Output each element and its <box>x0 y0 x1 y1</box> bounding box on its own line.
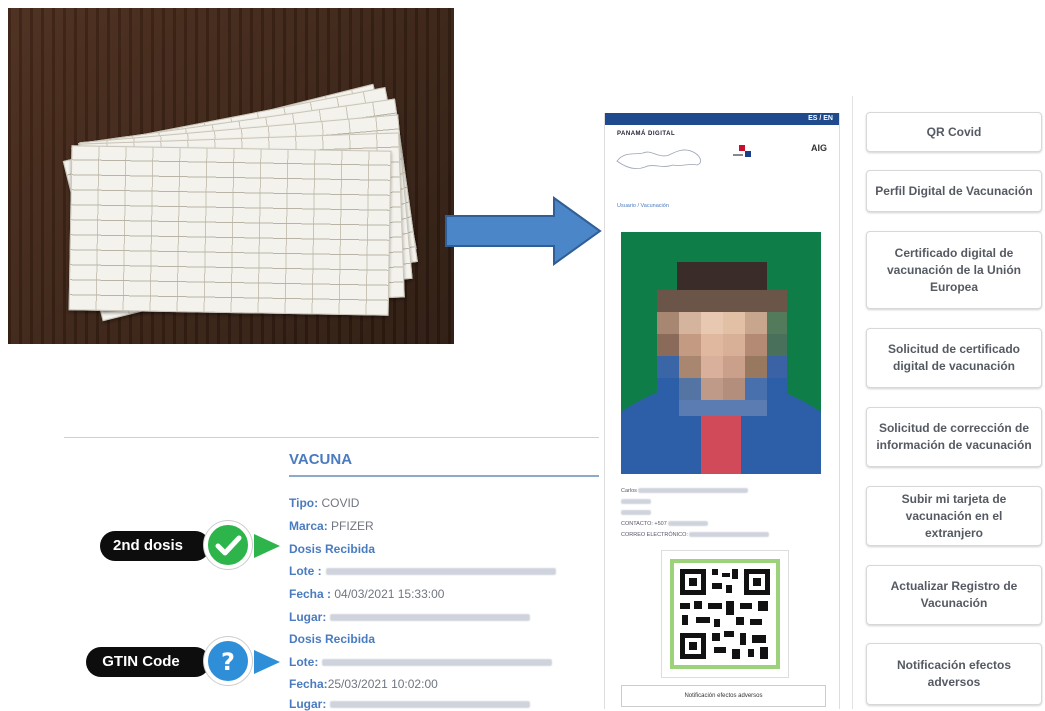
redacted-value <box>330 701 531 709</box>
user-info: Carlos CONTACTO: +507 CORREO ELECTRÓNICO… <box>621 486 770 541</box>
government-logo-icon <box>733 145 751 157</box>
update-vaccination-record-button[interactable]: Actualizar Registro de Vacunación <box>866 565 1042 625</box>
right-arrow-icon <box>445 196 602 266</box>
phone-screen: ES / EN PANAMÁ DIGITAL AIG Usuario / Vac… <box>604 113 840 709</box>
paper-cards-photo <box>8 8 454 344</box>
request-correction-button[interactable]: Solicitud de corrección de información d… <box>866 407 1042 467</box>
section-divider <box>64 437 599 438</box>
dose1-lote-row: Lote : <box>289 564 556 578</box>
phone-adverse-effects-button[interactable]: Notificación efectos adversos <box>621 685 826 707</box>
dose1-fecha-row: Fecha : 04/03/2021 15:33:00 <box>289 587 444 601</box>
dose1-lugar-label: Lugar: <box>289 610 327 624</box>
qr-code <box>670 559 780 669</box>
check-icon <box>215 535 242 556</box>
question-badge: ? <box>204 637 252 685</box>
redacted-value <box>330 614 531 622</box>
check-badge <box>204 521 252 569</box>
qr-code-icon <box>680 569 770 659</box>
redacted-value <box>322 659 553 667</box>
redacted-value <box>325 568 556 576</box>
qr-covid-button[interactable]: QR Covid <box>866 112 1042 152</box>
dose1-lugar-row: Lugar: <box>289 610 531 624</box>
svg-text:?: ? <box>221 648 235 676</box>
language-toggle[interactable]: ES / EN <box>605 113 839 125</box>
dose2-fecha-row: Fecha:25/03/2021 10:02:00 <box>289 677 438 691</box>
second-dose-callout: 2nd dosis <box>100 531 210 561</box>
dose1-fecha-value: 04/03/2021 15:33:00 <box>334 587 445 601</box>
request-digital-certificate-button[interactable]: Solicitud de certificado digital de vacu… <box>866 328 1042 388</box>
question-pointer <box>254 650 280 674</box>
paper-card <box>68 145 392 316</box>
marca-row: Marca: PFIZER <box>289 519 374 533</box>
marca-label: Marca: <box>289 519 328 533</box>
vertical-divider <box>852 96 853 709</box>
tipo-label: Tipo: <box>289 496 319 510</box>
upload-foreign-card-button[interactable]: Subir mi tarjeta de vacunación en el ext… <box>866 486 1042 546</box>
panama-map-icon <box>616 149 701 169</box>
email-label: CORREO ELECTRÓNICO: <box>621 532 688 538</box>
gtin-callout: GTIN Code <box>86 647 210 677</box>
dose2-lote-row: Lote: <box>289 655 553 669</box>
user-photo <box>621 232 821 474</box>
tipo-value: COVID <box>321 496 360 510</box>
dose1-lote-label: Lote : <box>289 564 322 578</box>
qr-code-box <box>661 550 789 678</box>
breadcrumb[interactable]: Usuario / Vacunación <box>617 203 669 209</box>
digital-vaccination-profile-button[interactable]: Perfil Digital de Vacunación <box>866 170 1042 212</box>
adverse-effects-notification-button[interactable]: Notificación efectos adversos <box>866 643 1042 705</box>
dose1-heading: Dosis Recibida <box>289 542 376 556</box>
question-icon: ? <box>221 648 235 676</box>
brand-label: PANAMÁ DIGITAL <box>617 131 676 137</box>
name-label: Carlos <box>621 488 637 494</box>
dose1-fecha-label: Fecha : <box>289 587 332 601</box>
pixelated-face-image <box>621 232 821 474</box>
eu-digital-certificate-button[interactable]: Certificado digital de vacunación de la … <box>866 231 1042 309</box>
dose2-fecha-label: Fecha: <box>289 677 328 691</box>
dose2-fecha-value: 25/03/2021 10:02:00 <box>327 677 438 691</box>
marca-value: PFIZER <box>331 519 374 533</box>
vacuna-title-rule <box>289 475 599 477</box>
dose2-heading: Dosis Recibida <box>289 632 376 646</box>
check-pointer <box>254 534 280 558</box>
vacuna-title: VACUNA <box>289 451 353 468</box>
dose2-lote-label: Lote: <box>289 655 319 669</box>
aig-logo: AIG <box>810 143 827 153</box>
tipo-row: Tipo: COVID <box>289 496 359 510</box>
contact-label: CONTACTO: +507 <box>621 521 667 527</box>
